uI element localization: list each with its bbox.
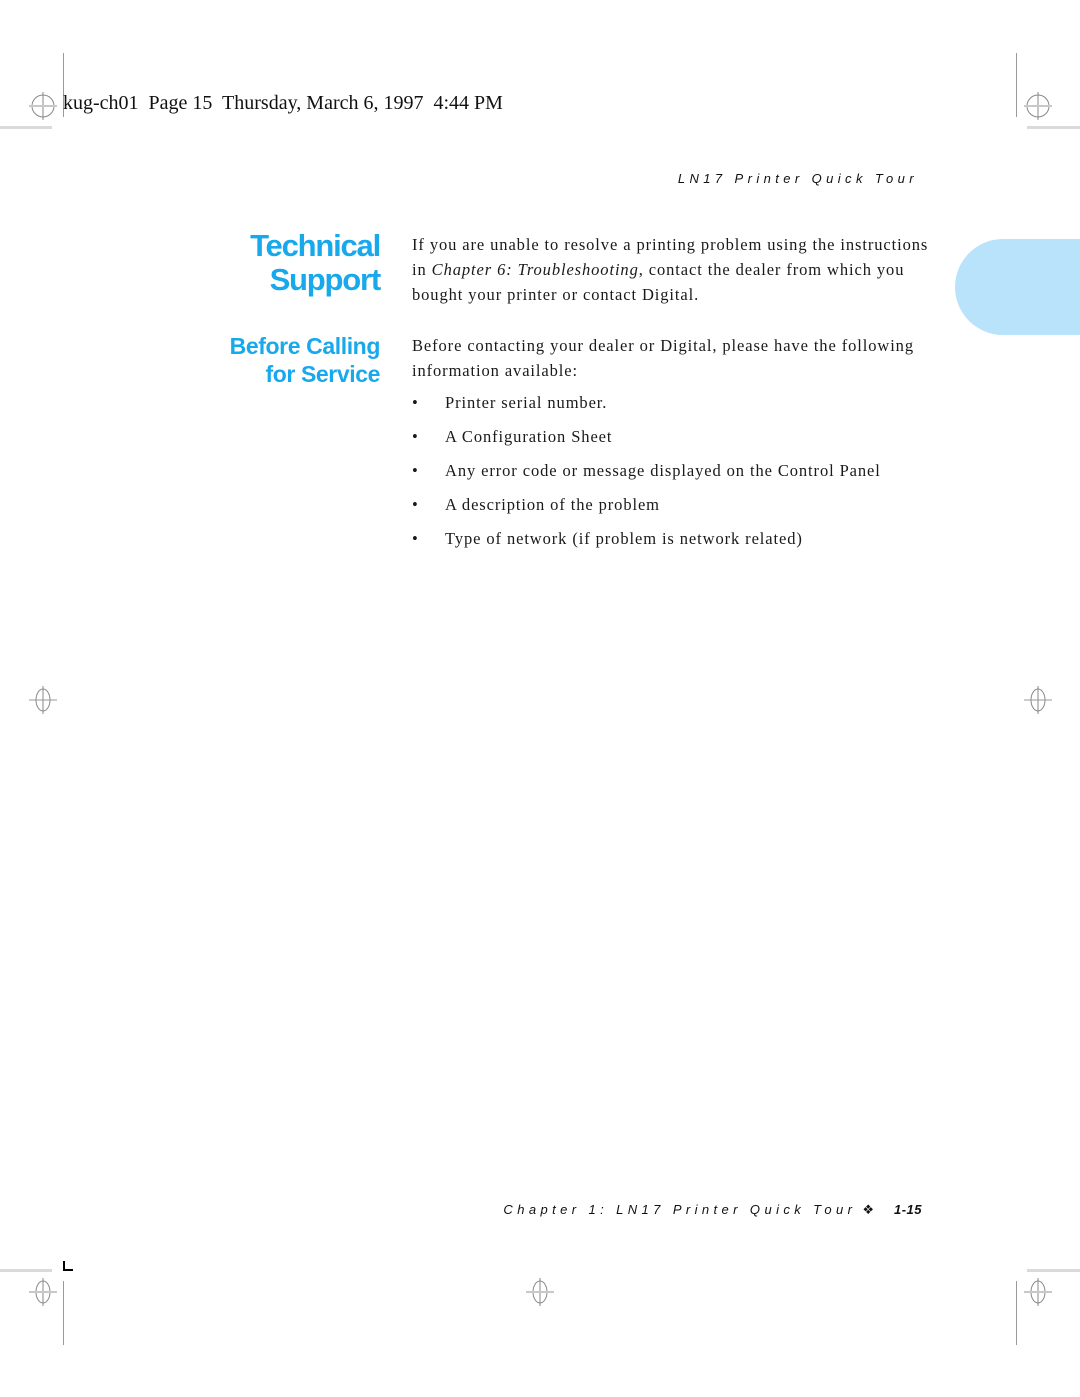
page-footer: Chapter 1: LN17 Printer Quick Tour ❖ 1-15 xyxy=(440,1202,922,1218)
crop-mark-bottom-right-vertical xyxy=(1016,1281,1017,1345)
heading-before-calling: Before Calling for Service xyxy=(229,332,381,388)
bullet-icon: • xyxy=(412,393,419,412)
registration-crosshair-icon xyxy=(1023,1277,1053,1307)
registration-crosshair-icon xyxy=(28,1277,58,1307)
registration-crosshair-icon xyxy=(1023,91,1053,121)
list-item: • Any error code or message displayed on … xyxy=(412,459,912,483)
heading-line: Technical xyxy=(250,228,381,263)
registration-crosshair-icon xyxy=(28,685,58,715)
bullet-icon: • xyxy=(412,461,419,480)
registration-crosshair-icon xyxy=(1023,685,1053,715)
heading-technical-support: Technical Support xyxy=(250,228,382,297)
crop-mark-bottom-left-horizontal xyxy=(0,1269,52,1272)
info-checklist: • Printer serial number. • A Configuration… xyxy=(412,391,912,561)
heading-line: Before Calling xyxy=(229,333,381,359)
bullet-icon: • xyxy=(412,495,419,514)
crop-mark-top-right-vertical xyxy=(1016,53,1017,117)
crop-corner-icon xyxy=(63,1261,73,1271)
list-item-text: Any error code or message displayed on t… xyxy=(445,461,881,480)
list-item: • Printer serial number. xyxy=(412,391,912,415)
crop-mark-top-right-horizontal xyxy=(1027,126,1080,129)
crop-mark-bottom-right-horizontal xyxy=(1027,1269,1080,1272)
crop-mark-bottom-left-vertical xyxy=(63,1281,64,1345)
paragraph-technical-support: If you are unable to resolve a printing … xyxy=(412,232,932,307)
list-item-text: A Configuration Sheet xyxy=(445,427,613,446)
list-item-text: Type of network (if problem is network r… xyxy=(445,529,803,548)
chapter-reference: Chapter 6: Troubleshooting xyxy=(431,260,639,279)
crop-mark-top-left-horizontal xyxy=(0,126,52,129)
paragraph-before-calling: Before contacting your dealer or Digital… xyxy=(412,336,914,380)
bullet-icon: • xyxy=(412,427,419,446)
list-item: • A Configuration Sheet xyxy=(412,425,912,449)
list-item-text: Printer serial number. xyxy=(445,393,608,412)
ornament-diamond-icon: ❖ xyxy=(862,1202,874,1217)
running-head: LN17 Printer Quick Tour xyxy=(677,171,918,186)
list-item: • A description of the problem xyxy=(412,493,912,517)
footer-chapter-title: Chapter 1: LN17 Printer Quick Tour xyxy=(503,1202,857,1217)
heading-line: Support xyxy=(269,262,382,297)
list-item: • Type of network (if problem is network … xyxy=(412,527,912,551)
registration-crosshair-icon xyxy=(525,1277,555,1307)
registration-crosshair-icon xyxy=(28,91,58,121)
list-item-text: A description of the problem xyxy=(445,495,660,514)
document-slug: kug-ch01 Page 15 Thursday, March 6, 1997… xyxy=(63,92,503,114)
chapter-thumb-tab xyxy=(955,239,1080,335)
bullet-icon: • xyxy=(412,529,419,548)
page-number: 1-15 xyxy=(893,1202,922,1217)
heading-line: for Service xyxy=(265,361,381,387)
